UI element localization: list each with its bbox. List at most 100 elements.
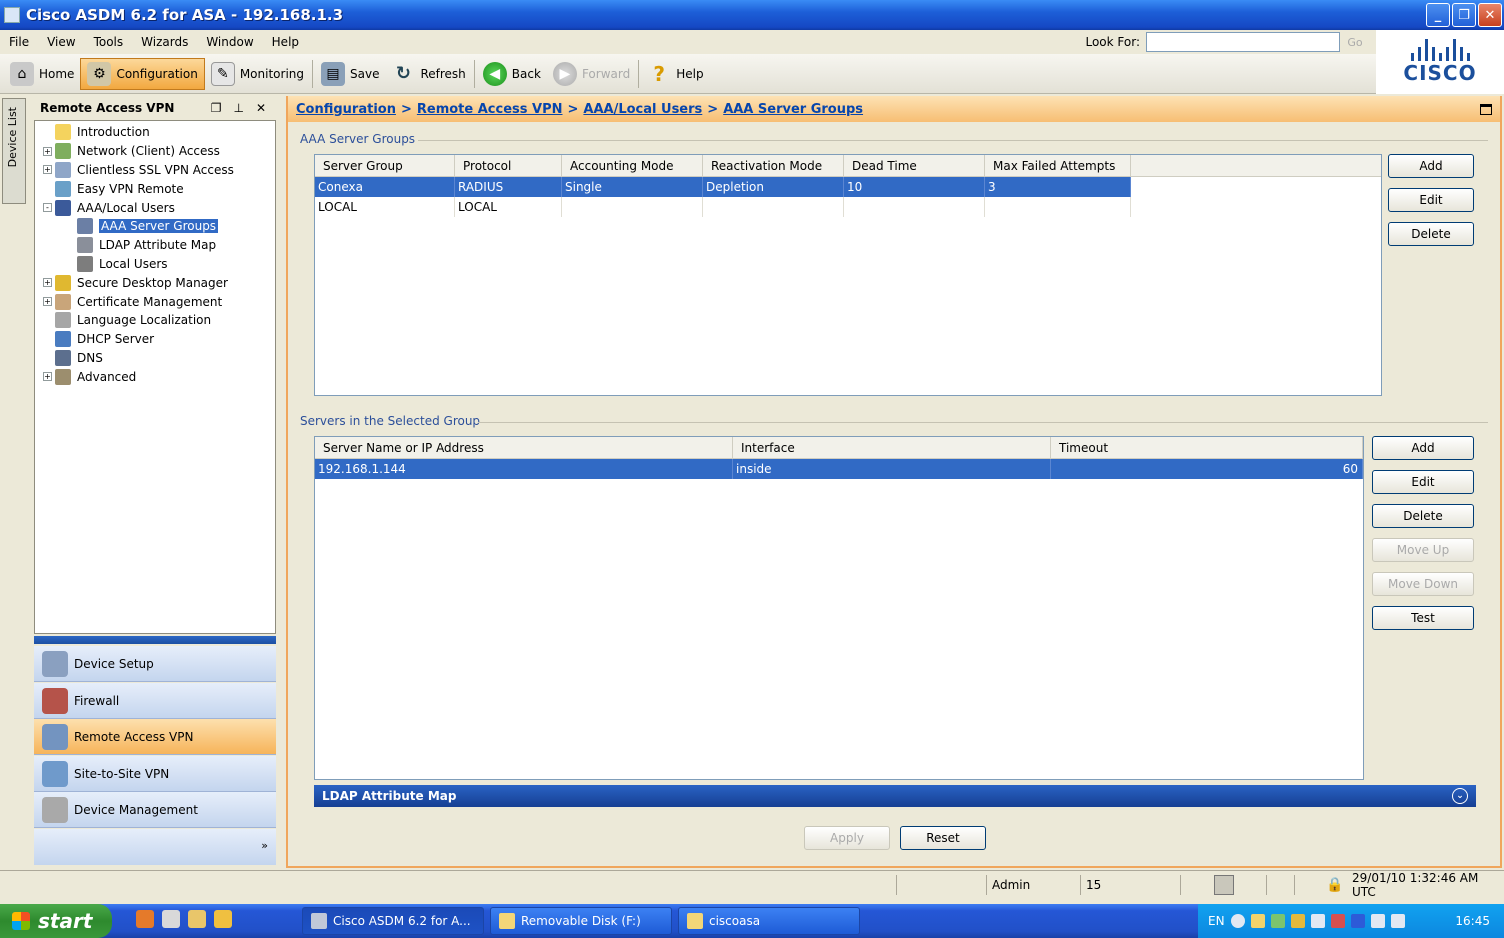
- reset-button[interactable]: Reset: [900, 826, 986, 850]
- menu-wizards[interactable]: Wizards: [132, 35, 197, 49]
- menu-window[interactable]: Window: [197, 35, 262, 49]
- tree-item-introduction[interactable]: Introduction: [35, 123, 275, 142]
- taskbar-item-ciscoasa[interactable]: ciscoasa: [678, 907, 860, 935]
- maximize-button[interactable]: ❐: [1452, 3, 1476, 27]
- tray-app-icon[interactable]: [1270, 914, 1285, 928]
- column-header[interactable]: Reactivation Mode: [703, 155, 844, 176]
- move-up-button[interactable]: Move Up: [1372, 538, 1474, 562]
- expand-icon[interactable]: +: [43, 297, 52, 307]
- expand-icon[interactable]: +: [43, 146, 52, 156]
- tree-item-aaa-local-users[interactable]: - AAA/Local Users: [35, 198, 275, 217]
- column-header[interactable]: Dead Time: [844, 155, 985, 176]
- menu-help[interactable]: Help: [263, 35, 308, 49]
- wireless-icon[interactable]: [1370, 914, 1385, 928]
- column-header[interactable]: Max Failed Attempts: [985, 155, 1131, 176]
- menu-file[interactable]: File: [0, 35, 38, 49]
- tray-app-icon[interactable]: [1250, 914, 1265, 928]
- tree-item-clientless-ssl[interactable]: + Clientless SSL VPN Access: [35, 161, 275, 180]
- expand-icon[interactable]: +: [43, 278, 52, 288]
- monitoring-button[interactable]: ✎ Monitoring: [205, 58, 310, 90]
- breadcrumb-remote-access-vpn[interactable]: Remote Access VPN: [417, 102, 563, 117]
- back-button[interactable]: ◀ Back: [477, 58, 547, 90]
- network-icon[interactable]: [1310, 914, 1325, 928]
- column-header[interactable]: Server Group: [315, 155, 455, 176]
- move-down-button[interactable]: Move Down: [1372, 572, 1474, 596]
- shield-icon[interactable]: [1290, 914, 1305, 928]
- save-button[interactable]: ▤ Save: [315, 58, 385, 90]
- delete-server-group-button[interactable]: Delete: [1388, 222, 1474, 246]
- tree-item-network-client-access[interactable]: + Network (Client) Access: [35, 142, 275, 161]
- table-row[interactable]: 192.168.1.144 inside 60: [315, 459, 1363, 479]
- table-row[interactable]: Conexa RADIUS Single Depletion 10 3: [315, 177, 1131, 197]
- float-panel-icon[interactable]: ❐: [211, 101, 222, 115]
- tree-item-easy-vpn-remote[interactable]: Easy VPN Remote: [35, 179, 275, 198]
- expand-icon[interactable]: +: [43, 165, 52, 175]
- menu-view[interactable]: View: [38, 35, 84, 49]
- refresh-button[interactable]: ↻ Refresh: [385, 58, 471, 90]
- nav-site-to-site-vpn[interactable]: Site-to-Site VPN: [34, 756, 276, 792]
- breadcrumb-configuration[interactable]: Configuration: [296, 102, 396, 117]
- tree-item-language-localization[interactable]: Language Localization: [35, 311, 275, 330]
- column-header[interactable]: Timeout: [1051, 437, 1363, 458]
- tree-item-dns[interactable]: DNS: [35, 349, 275, 368]
- start-button[interactable]: start: [0, 904, 112, 938]
- tree-item-certificate-management[interactable]: + Certificate Management: [35, 292, 275, 311]
- monitor-icon[interactable]: [1390, 914, 1405, 928]
- restore-icon[interactable]: [1480, 103, 1492, 115]
- add-server-group-button[interactable]: Add: [1388, 154, 1474, 178]
- nav-firewall[interactable]: Firewall: [34, 683, 276, 719]
- device-list-tab[interactable]: Device List: [2, 98, 26, 204]
- folder-icon[interactable]: [188, 910, 206, 928]
- ldap-attribute-map-bar[interactable]: LDAP Attribute Map ⌄: [314, 785, 1476, 807]
- tray-arrow-icon[interactable]: [1230, 914, 1245, 928]
- home-button[interactable]: ⌂ Home: [4, 58, 80, 90]
- nav-remote-access-vpn[interactable]: Remote Access VPN: [34, 719, 276, 755]
- firefox-icon[interactable]: [136, 910, 154, 928]
- nav-more[interactable]: »: [34, 829, 276, 865]
- configuration-button[interactable]: ⚙ Configuration: [80, 57, 205, 90]
- table-row[interactable]: LOCAL LOCAL: [315, 197, 1131, 217]
- expand-icon[interactable]: +: [43, 372, 52, 382]
- asdm-app-icon[interactable]: [4, 7, 20, 23]
- collapse-icon[interactable]: -: [43, 203, 52, 213]
- nav-device-management[interactable]: Device Management: [34, 792, 276, 828]
- language-indicator[interactable]: EN: [1208, 914, 1225, 928]
- edit-server-group-button[interactable]: Edit: [1388, 188, 1474, 212]
- tree-item-secure-desktop[interactable]: + Secure Desktop Manager: [35, 273, 275, 292]
- help-button[interactable]: ? Help: [641, 58, 709, 90]
- pin-icon[interactable]: ⊥: [233, 101, 243, 115]
- chevron-down-icon[interactable]: ⌄: [1452, 788, 1468, 804]
- column-header[interactable]: Accounting Mode: [562, 155, 703, 176]
- taskbar-item-asdm[interactable]: Cisco ASDM 6.2 for A...: [302, 907, 484, 935]
- look-for-input[interactable]: [1146, 32, 1340, 52]
- ldap-bar-title: LDAP Attribute Map: [322, 789, 457, 803]
- column-header[interactable]: Server Name or IP Address: [315, 437, 733, 458]
- bluetooth-icon[interactable]: [1350, 914, 1365, 928]
- delete-server-button[interactable]: Delete: [1372, 504, 1474, 528]
- tree-item-ldap-attribute-map[interactable]: LDAP Attribute Map: [35, 236, 275, 255]
- edit-server-button[interactable]: Edit: [1372, 470, 1474, 494]
- tree-item-local-users[interactable]: Local Users: [35, 255, 275, 274]
- go-button[interactable]: Go: [1340, 36, 1370, 49]
- tree-item-advanced[interactable]: + Advanced: [35, 367, 275, 386]
- forward-button[interactable]: ▶ Forward: [547, 58, 636, 90]
- menu-tools[interactable]: Tools: [85, 35, 133, 49]
- minimize-button[interactable]: _: [1426, 3, 1450, 27]
- taskbar-item-removable-disk[interactable]: Removable Disk (F:): [490, 907, 672, 935]
- breadcrumb-aaa-local-users[interactable]: AAA/Local Users: [583, 102, 702, 117]
- close-button[interactable]: ✕: [1478, 3, 1502, 27]
- add-server-button[interactable]: Add: [1372, 436, 1474, 460]
- tree-item-dhcp-server[interactable]: DHCP Server: [35, 330, 275, 349]
- test-server-button[interactable]: Test: [1372, 606, 1474, 630]
- nav-device-setup[interactable]: Device Setup: [34, 646, 276, 682]
- panel-splitter[interactable]: [34, 636, 276, 644]
- close-panel-icon[interactable]: ✕: [256, 101, 266, 115]
- breadcrumb-aaa-server-groups[interactable]: AAA Server Groups: [723, 102, 863, 117]
- column-header[interactable]: Protocol: [455, 155, 562, 176]
- tree-item-aaa-server-groups[interactable]: AAA Server Groups: [35, 217, 275, 236]
- apply-button[interactable]: Apply: [804, 826, 890, 850]
- tray-app-icon[interactable]: [1330, 914, 1345, 928]
- messenger-icon[interactable]: [214, 910, 232, 928]
- column-header[interactable]: Interface: [733, 437, 1051, 458]
- calculator-icon[interactable]: [162, 910, 180, 928]
